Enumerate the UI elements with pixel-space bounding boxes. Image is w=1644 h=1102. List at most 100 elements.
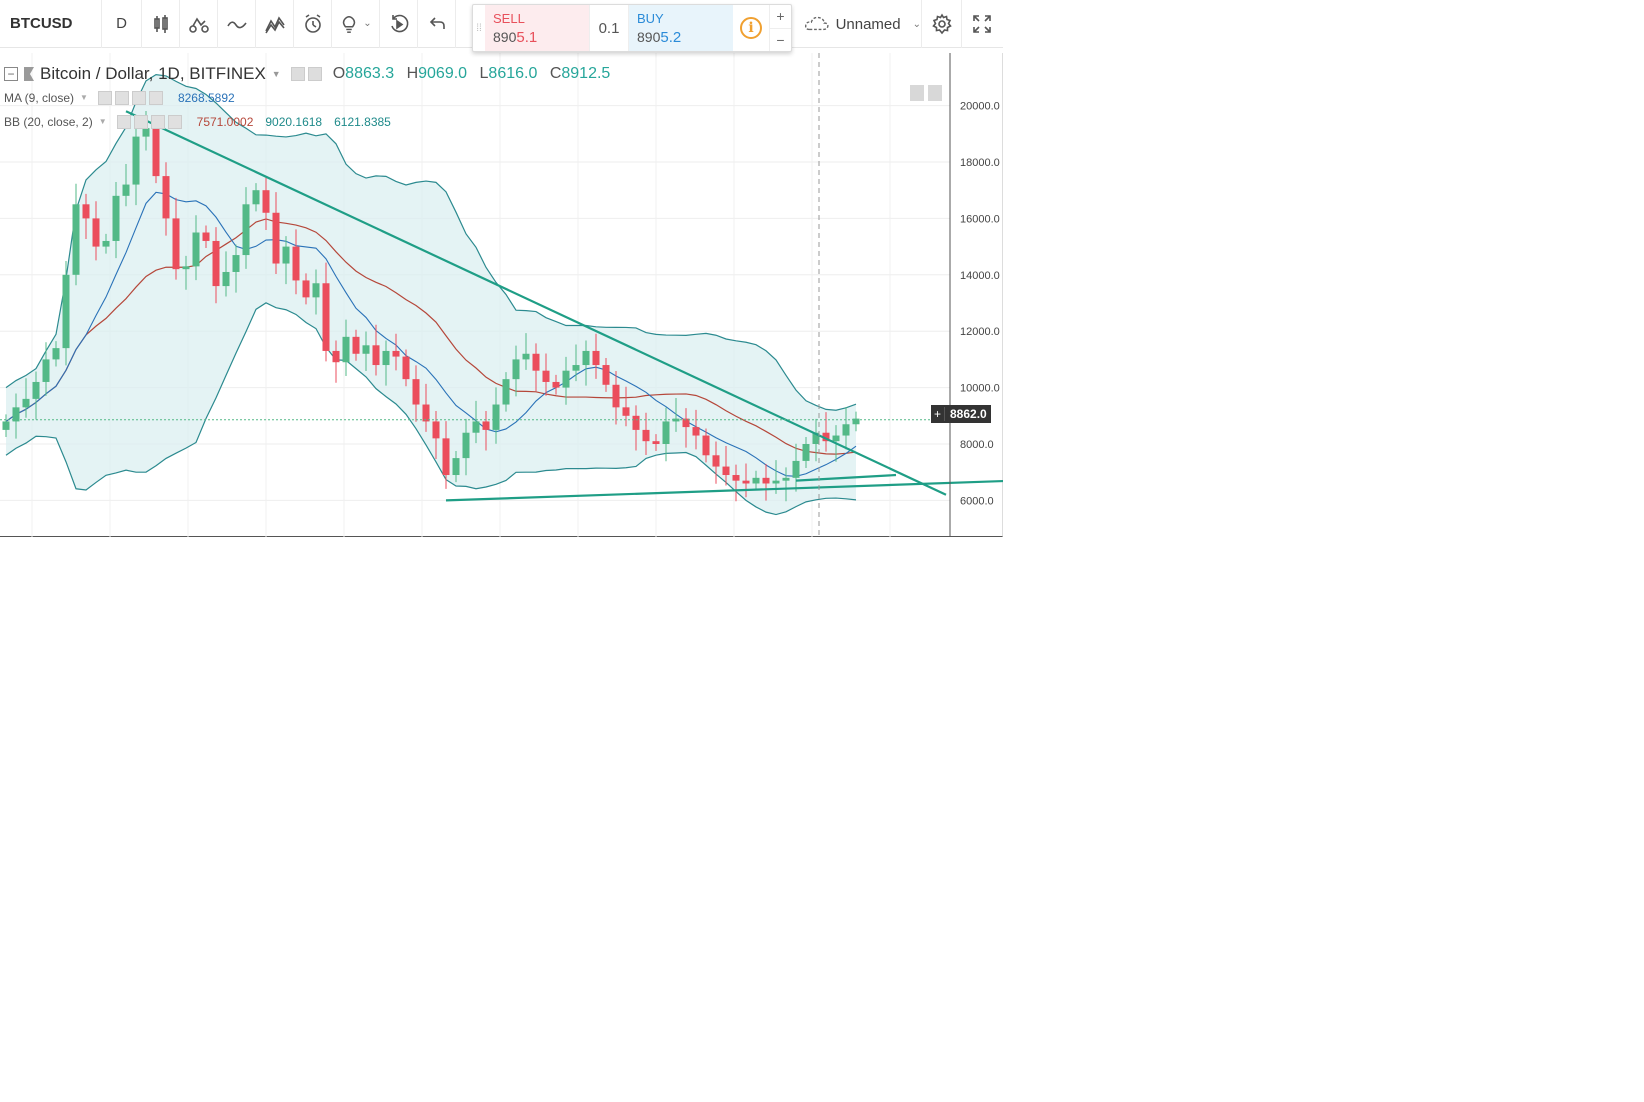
add-icon[interactable]	[150, 114, 165, 129]
settings-button[interactable]	[922, 0, 962, 48]
candle-body	[592, 350, 600, 366]
sell-button[interactable]: SELL 8905.1	[485, 5, 589, 51]
interval-button[interactable]: D	[102, 0, 142, 48]
ohlc-values: O8863.3 H9069.0 L8616.0 C8912.5	[333, 65, 619, 83]
flag-icon[interactable]	[24, 67, 34, 81]
series-title: Bitcoin / Dollar, 1D, BITFINEX	[40, 64, 266, 83]
high-label: H	[406, 65, 419, 82]
candle-body	[282, 246, 290, 264]
settings-icon[interactable]	[133, 114, 148, 129]
eye-icon[interactable]	[116, 114, 131, 129]
candle-body	[432, 421, 440, 439]
compare-icon[interactable]	[218, 0, 256, 48]
candle-body	[522, 353, 530, 360]
settings-icon[interactable]	[307, 67, 322, 81]
eye-icon[interactable]	[97, 90, 112, 105]
add-alert-icon[interactable]: +	[931, 407, 945, 421]
candle-body	[582, 350, 590, 366]
candle-body	[152, 128, 160, 177]
candle-body	[192, 232, 200, 267]
candle-body	[252, 190, 260, 205]
candle-body	[42, 359, 50, 382]
indicators-icon[interactable]	[180, 0, 218, 48]
price-tick-label: 14000.0	[960, 270, 1000, 282]
candle-body	[782, 477, 790, 481]
info-icon: i	[740, 17, 762, 39]
series-legend-row: − Bitcoin / Dollar, 1D, BITFINEX ▼ O8863…	[4, 63, 618, 85]
buy-label: BUY	[637, 11, 664, 26]
candle-body	[72, 204, 80, 275]
candle-body	[762, 477, 770, 484]
candle-body	[752, 477, 760, 484]
replay-icon[interactable]	[380, 0, 418, 48]
close-value: 8912.5	[561, 65, 611, 82]
candle-body	[22, 398, 30, 408]
fullscreen-button[interactable]	[962, 0, 1002, 48]
candle-body	[802, 444, 810, 461]
bb-upper-value: 9020.1618	[265, 114, 323, 129]
candle-body	[2, 421, 10, 430]
layout-menu-button[interactable]: Unnamed ⌄	[798, 0, 922, 48]
candle-body	[332, 350, 340, 363]
open-value: 8863.3	[345, 65, 395, 82]
add-icon[interactable]	[131, 90, 146, 105]
high-value: 9069.0	[418, 65, 468, 82]
candle-body	[362, 345, 370, 354]
candle-body	[742, 480, 750, 484]
candle-body	[392, 350, 400, 357]
candle-body	[732, 475, 740, 481]
scale-buttons	[910, 85, 942, 101]
chevron-down-icon: ⌄	[363, 18, 372, 29]
close-icon[interactable]	[167, 114, 182, 129]
decrease-button[interactable]: −	[770, 29, 791, 52]
ma-name: MA (9, close)	[4, 90, 75, 105]
chevron-down-icon[interactable]: ▼	[99, 117, 107, 126]
candle-body	[642, 429, 650, 442]
scale-left-button[interactable]	[910, 85, 924, 101]
candle-body	[262, 190, 270, 213]
templates-icon[interactable]	[256, 0, 294, 48]
low-value: 8616.0	[488, 65, 538, 82]
candle-body	[302, 280, 310, 298]
candle-body	[82, 204, 90, 219]
candle-body	[112, 195, 120, 241]
layout-name: Unnamed	[835, 15, 901, 33]
candle-body	[272, 212, 280, 264]
info-button[interactable]: i	[733, 5, 769, 51]
chevron-down-icon[interactable]: ▼	[272, 69, 281, 79]
candle-body	[632, 415, 640, 430]
quantity-stepper: + −	[769, 5, 791, 51]
eye-icon[interactable]	[290, 67, 305, 81]
idea-button[interactable]: ⌄	[332, 0, 380, 48]
drag-handle-icon[interactable]: ⁞⁞	[473, 5, 485, 51]
candle-body	[52, 348, 60, 360]
candle-body	[292, 246, 300, 281]
candles-icon[interactable]	[142, 0, 180, 48]
bb-lower-value: 6121.8385	[334, 114, 391, 129]
candle-body	[122, 184, 130, 196]
bb-legend-row: BB (20, close, 2) ▼ 7571.0002 9020.1618 …	[4, 110, 618, 133]
candle-body	[132, 136, 140, 185]
buy-button[interactable]: BUY 8905.2	[629, 5, 733, 51]
chart-pane[interactable]: 20000.0 18000.0 16000.0 14000.0 12000.0 10000…	[0, 53, 1003, 537]
candle-body	[202, 232, 210, 241]
collapse-legend-button[interactable]: −	[4, 67, 18, 81]
quantity-field[interactable]: 0.1	[589, 5, 629, 51]
chevron-down-icon: ⌄	[912, 18, 921, 30]
alert-icon[interactable]	[294, 0, 332, 48]
close-icon[interactable]	[148, 90, 163, 105]
symbol-search-button[interactable]: BTCUSD	[0, 0, 102, 48]
chevron-down-icon[interactable]: ▼	[80, 93, 88, 102]
candle-body	[412, 379, 420, 405]
undo-icon[interactable]	[418, 0, 456, 48]
candle-body	[452, 458, 460, 476]
buy-price: 8905.2	[637, 29, 725, 46]
scale-right-button[interactable]	[928, 85, 942, 101]
increase-button[interactable]: +	[770, 5, 791, 29]
settings-icon[interactable]	[114, 90, 129, 105]
candle-body	[692, 427, 700, 436]
candle-body	[182, 266, 190, 270]
sell-price-suffix: 5.1	[516, 29, 538, 46]
candle-body	[772, 480, 780, 484]
candle-body	[32, 381, 40, 399]
